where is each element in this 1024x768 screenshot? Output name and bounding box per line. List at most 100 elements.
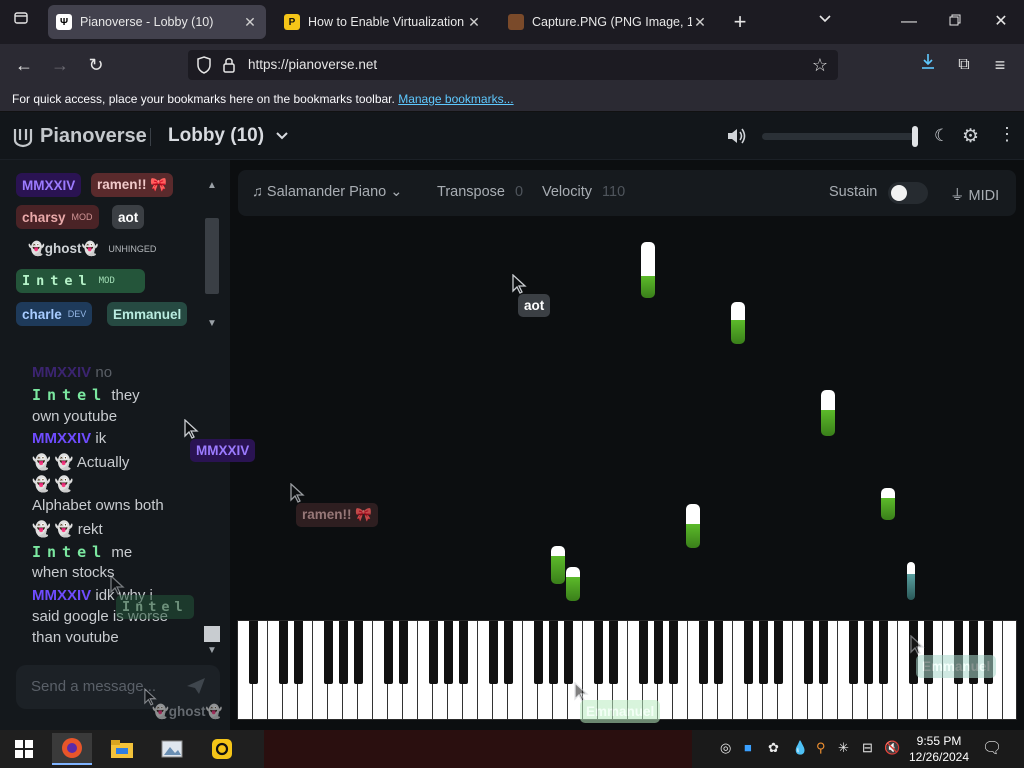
piano-black-key[interactable] [398,621,408,684]
piano-black-key[interactable] [803,621,813,684]
piano-white-key[interactable] [1003,621,1016,719]
user-chip-ghost[interactable]: 👻ghost👻 UNHINGED [22,237,162,261]
tab-pianoverse[interactable]: Ψ Pianoverse - Lobby (10) ✕ [48,5,266,39]
reload-icon[interactable]: ↻ [82,52,110,78]
piano-black-key[interactable] [293,621,303,684]
search-tray-icon[interactable]: ⚲ [816,740,826,756]
pianoverse-logo[interactable]: Pianoverse [12,125,147,148]
maximize-button[interactable] [940,8,970,36]
chat-scroll-down-icon[interactable]: ▼ [207,645,217,656]
extensions-icon[interactable]: ⧉ [950,52,978,78]
piano-black-key[interactable] [743,621,753,684]
piano-black-key[interactable] [758,621,768,684]
user-chip-intel[interactable]: Intel MOD [16,269,145,293]
transpose-control[interactable]: Transpose 0 [437,184,523,200]
shield-icon[interactable] [196,56,212,79]
windows-start-icon[interactable] [4,733,44,765]
notifications-icon[interactable]: 🗨 [982,738,1002,758]
piano-black-key[interactable] [593,621,603,684]
file-explorer-icon[interactable] [102,733,142,765]
close-tab-icon[interactable]: ✕ [692,14,708,31]
piano-black-key[interactable] [458,621,468,684]
piano-black-key[interactable] [863,621,873,684]
piano-black-key[interactable] [653,621,663,684]
sustain-toggle[interactable] [888,182,928,204]
piano-black-key[interactable] [773,621,783,684]
piano-black-key[interactable] [698,621,708,684]
piano-black-key[interactable] [548,621,558,684]
drop-tray-icon[interactable]: 💧 [792,740,808,756]
chat-scrollbar-thumb[interactable] [204,626,220,642]
piano-black-key[interactable] [848,621,858,684]
piano-black-key[interactable] [248,621,258,684]
forward-arrow-icon[interactable]: → [46,52,74,78]
piano-black-key[interactable] [488,621,498,684]
piano-black-key[interactable] [353,621,363,684]
chat-message: Intel they [32,386,140,404]
display-tray-icon[interactable]: ⊟ [862,740,873,756]
instrument-selector[interactable]: ♫ Salamander Piano ⌄ [252,184,402,200]
room-selector[interactable]: Lobby (10) [168,125,289,147]
parsec-tray-icon[interactable]: ◎ [720,740,731,756]
tab-virtualization[interactable]: P How to Enable Virtualization (V ✕ [276,5,490,39]
network-tray-icon[interactable]: ✳ [838,740,849,756]
taskbar-clock[interactable]: 9:55 PM 12/26/2024 [903,733,975,765]
photos-app-icon[interactable] [152,733,192,765]
more-options-icon[interactable]: ⋮ [998,124,1016,145]
settings-gear-icon[interactable]: ⚙ [962,125,979,148]
lock-icon[interactable] [222,56,236,79]
piano-black-key[interactable] [503,621,513,684]
close-tab-icon[interactable]: ✕ [242,14,258,31]
piano-black-key[interactable] [818,621,828,684]
color-tray-icon[interactable]: ✿ [768,740,779,756]
new-tab-button[interactable]: + [725,8,755,36]
volume-slider[interactable] [762,126,918,147]
address-bar[interactable]: https://pianoverse.net ☆ [188,50,838,80]
piano-black-key[interactable] [278,621,288,684]
volume-icon[interactable] [726,126,748,151]
piano-black-key[interactable] [668,621,678,684]
scroll-down-icon[interactable]: ▼ [207,318,217,329]
velocity-control[interactable]: Velocity 110 [542,184,625,200]
app-tray-icon[interactable]: ■ [744,740,752,755]
close-window-button[interactable]: ✕ [986,8,1016,36]
dark-mode-moon-icon[interactable]: ☾ [934,126,949,146]
piano-black-key[interactable] [323,621,333,684]
piano-black-key[interactable] [428,621,438,684]
piano-black-key[interactable] [608,621,618,684]
piano-black-key[interactable] [443,621,453,684]
manage-bookmarks-link[interactable]: Manage bookmarks... [398,92,513,106]
volume-slider-thumb[interactable] [912,126,918,147]
menu-hamburger-icon[interactable]: ≡ [986,52,1014,78]
list-tabs-chevron-icon[interactable] [810,8,840,36]
scrollbar-thumb[interactable] [205,218,219,294]
piano-black-key[interactable] [638,621,648,684]
scroll-up-icon[interactable]: ▲ [207,180,217,191]
midi-button[interactable]: ⏚ MIDI [950,184,999,205]
user-chip-aot[interactable]: aot [112,205,145,229]
firefox-taskbar-icon[interactable] [52,733,92,765]
parsec-icon[interactable] [202,733,242,765]
piano-black-key[interactable] [533,621,543,684]
send-icon[interactable] [186,677,206,700]
user-chip-charle[interactable]: charle DEV [16,302,93,326]
tab-overview-icon[interactable] [6,8,36,36]
piano-black-key[interactable] [338,621,348,684]
user-chip-charsy[interactable]: charsy MOD [16,205,99,229]
user-chip-ramen[interactable]: ramen!! 🎀 [91,173,174,197]
user-chip-emmanuel[interactable]: Emmanuel [107,302,188,326]
user-badge: DEV [67,309,87,319]
minimize-button[interactable]: — [894,8,924,36]
piano-black-key[interactable] [878,621,888,684]
volume-muted-tray-icon[interactable]: 🔇 [884,740,900,756]
bookmark-star-icon[interactable]: ☆ [812,55,828,76]
user-chip-mmxxiv[interactable]: MMXXIV [16,173,82,197]
back-arrow-icon[interactable]: ← [10,52,38,78]
piano-black-key[interactable] [383,621,393,684]
piano-black-key[interactable] [713,621,723,684]
tab-capture[interactable]: Capture.PNG (PNG Image, 172 ✕ [500,5,716,39]
close-tab-icon[interactable]: ✕ [466,14,482,31]
downloads-icon[interactable] [914,52,942,78]
piano-black-key[interactable] [563,621,573,684]
user-list-scrollbar[interactable]: ▲ ▼ [204,180,220,340]
